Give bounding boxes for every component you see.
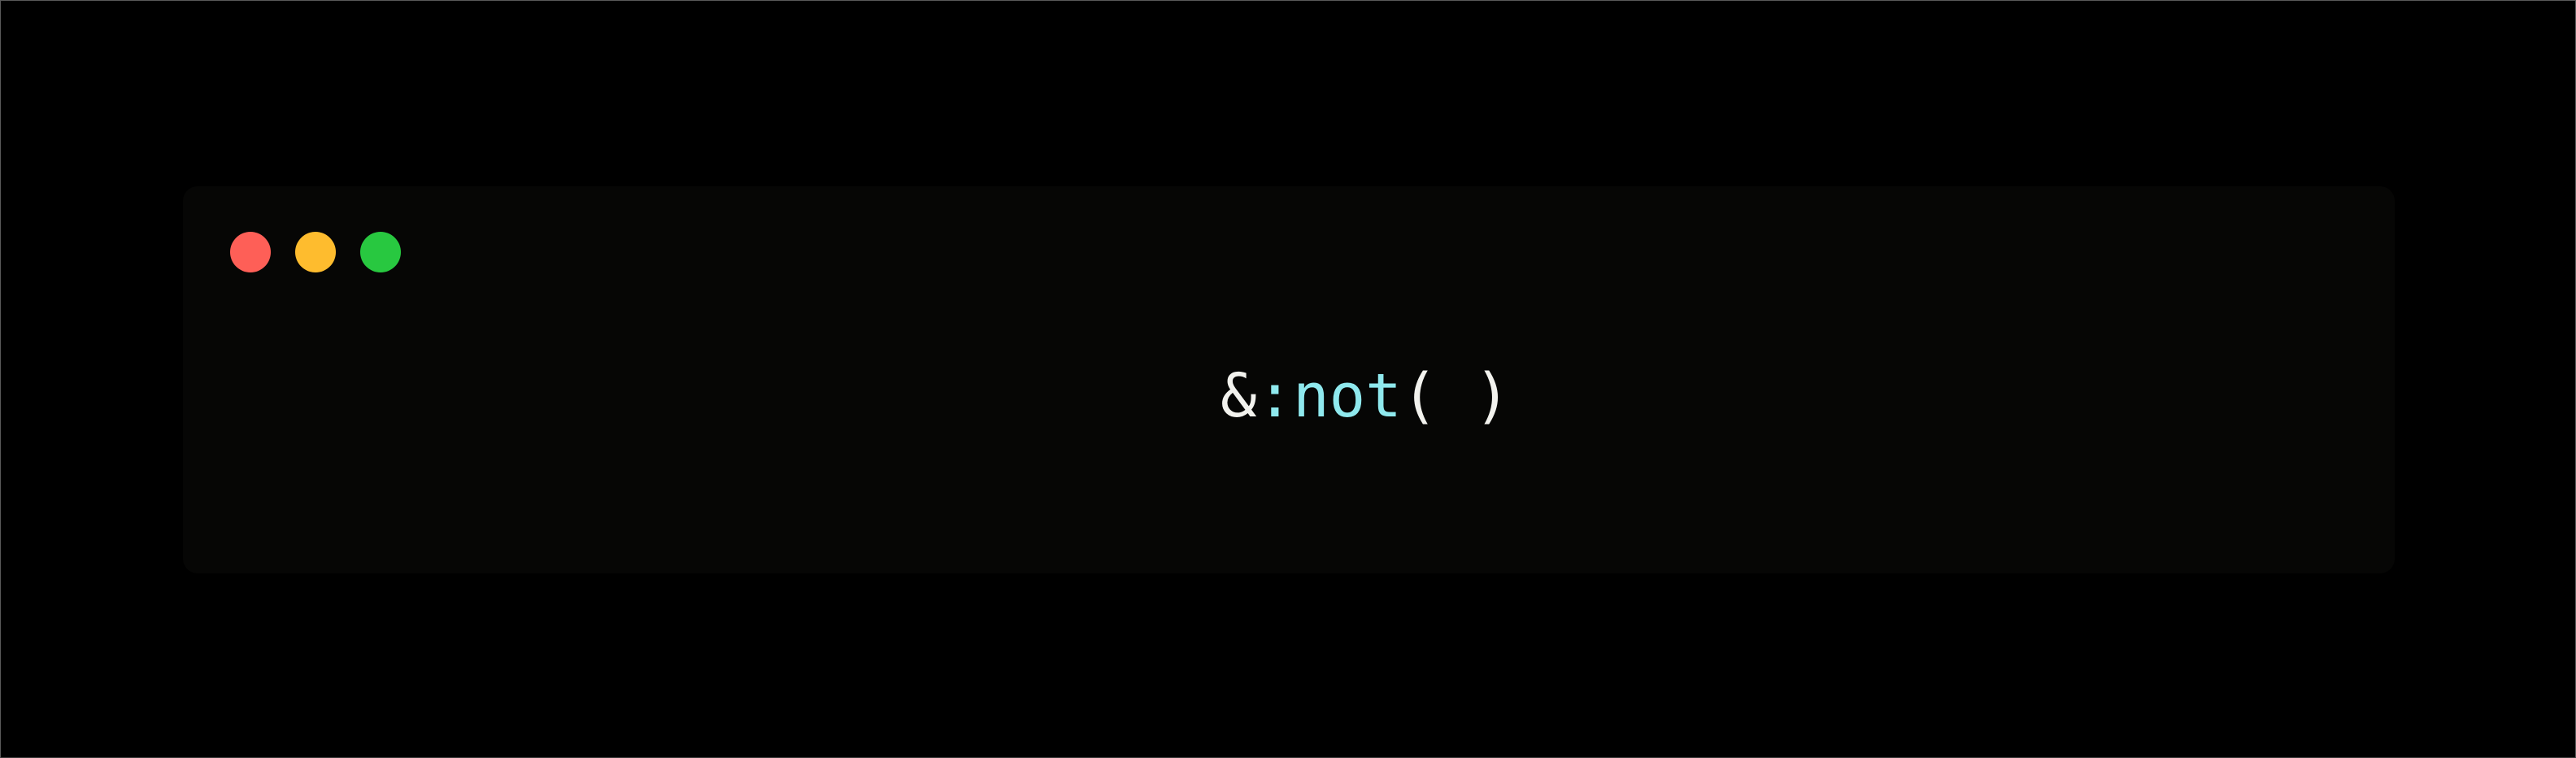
code-line: &: not( ) — [1221, 355, 1510, 437]
code-token-close-paren: ) — [1438, 361, 1511, 431]
code-token-colon: : — [1256, 361, 1294, 431]
screenshot-frame: &: not( ) — [0, 0, 2576, 758]
minimize-button[interactable] — [295, 232, 336, 272]
close-button[interactable] — [230, 232, 271, 272]
code-token-ampersand: & — [1221, 361, 1257, 431]
zoom-button[interactable] — [360, 232, 401, 272]
code-token-open-paren: ( — [1401, 361, 1438, 431]
code-token-keyword: not — [1293, 361, 1402, 431]
code-window: &: not( ) — [183, 186, 2395, 573]
window-controls — [230, 232, 401, 272]
